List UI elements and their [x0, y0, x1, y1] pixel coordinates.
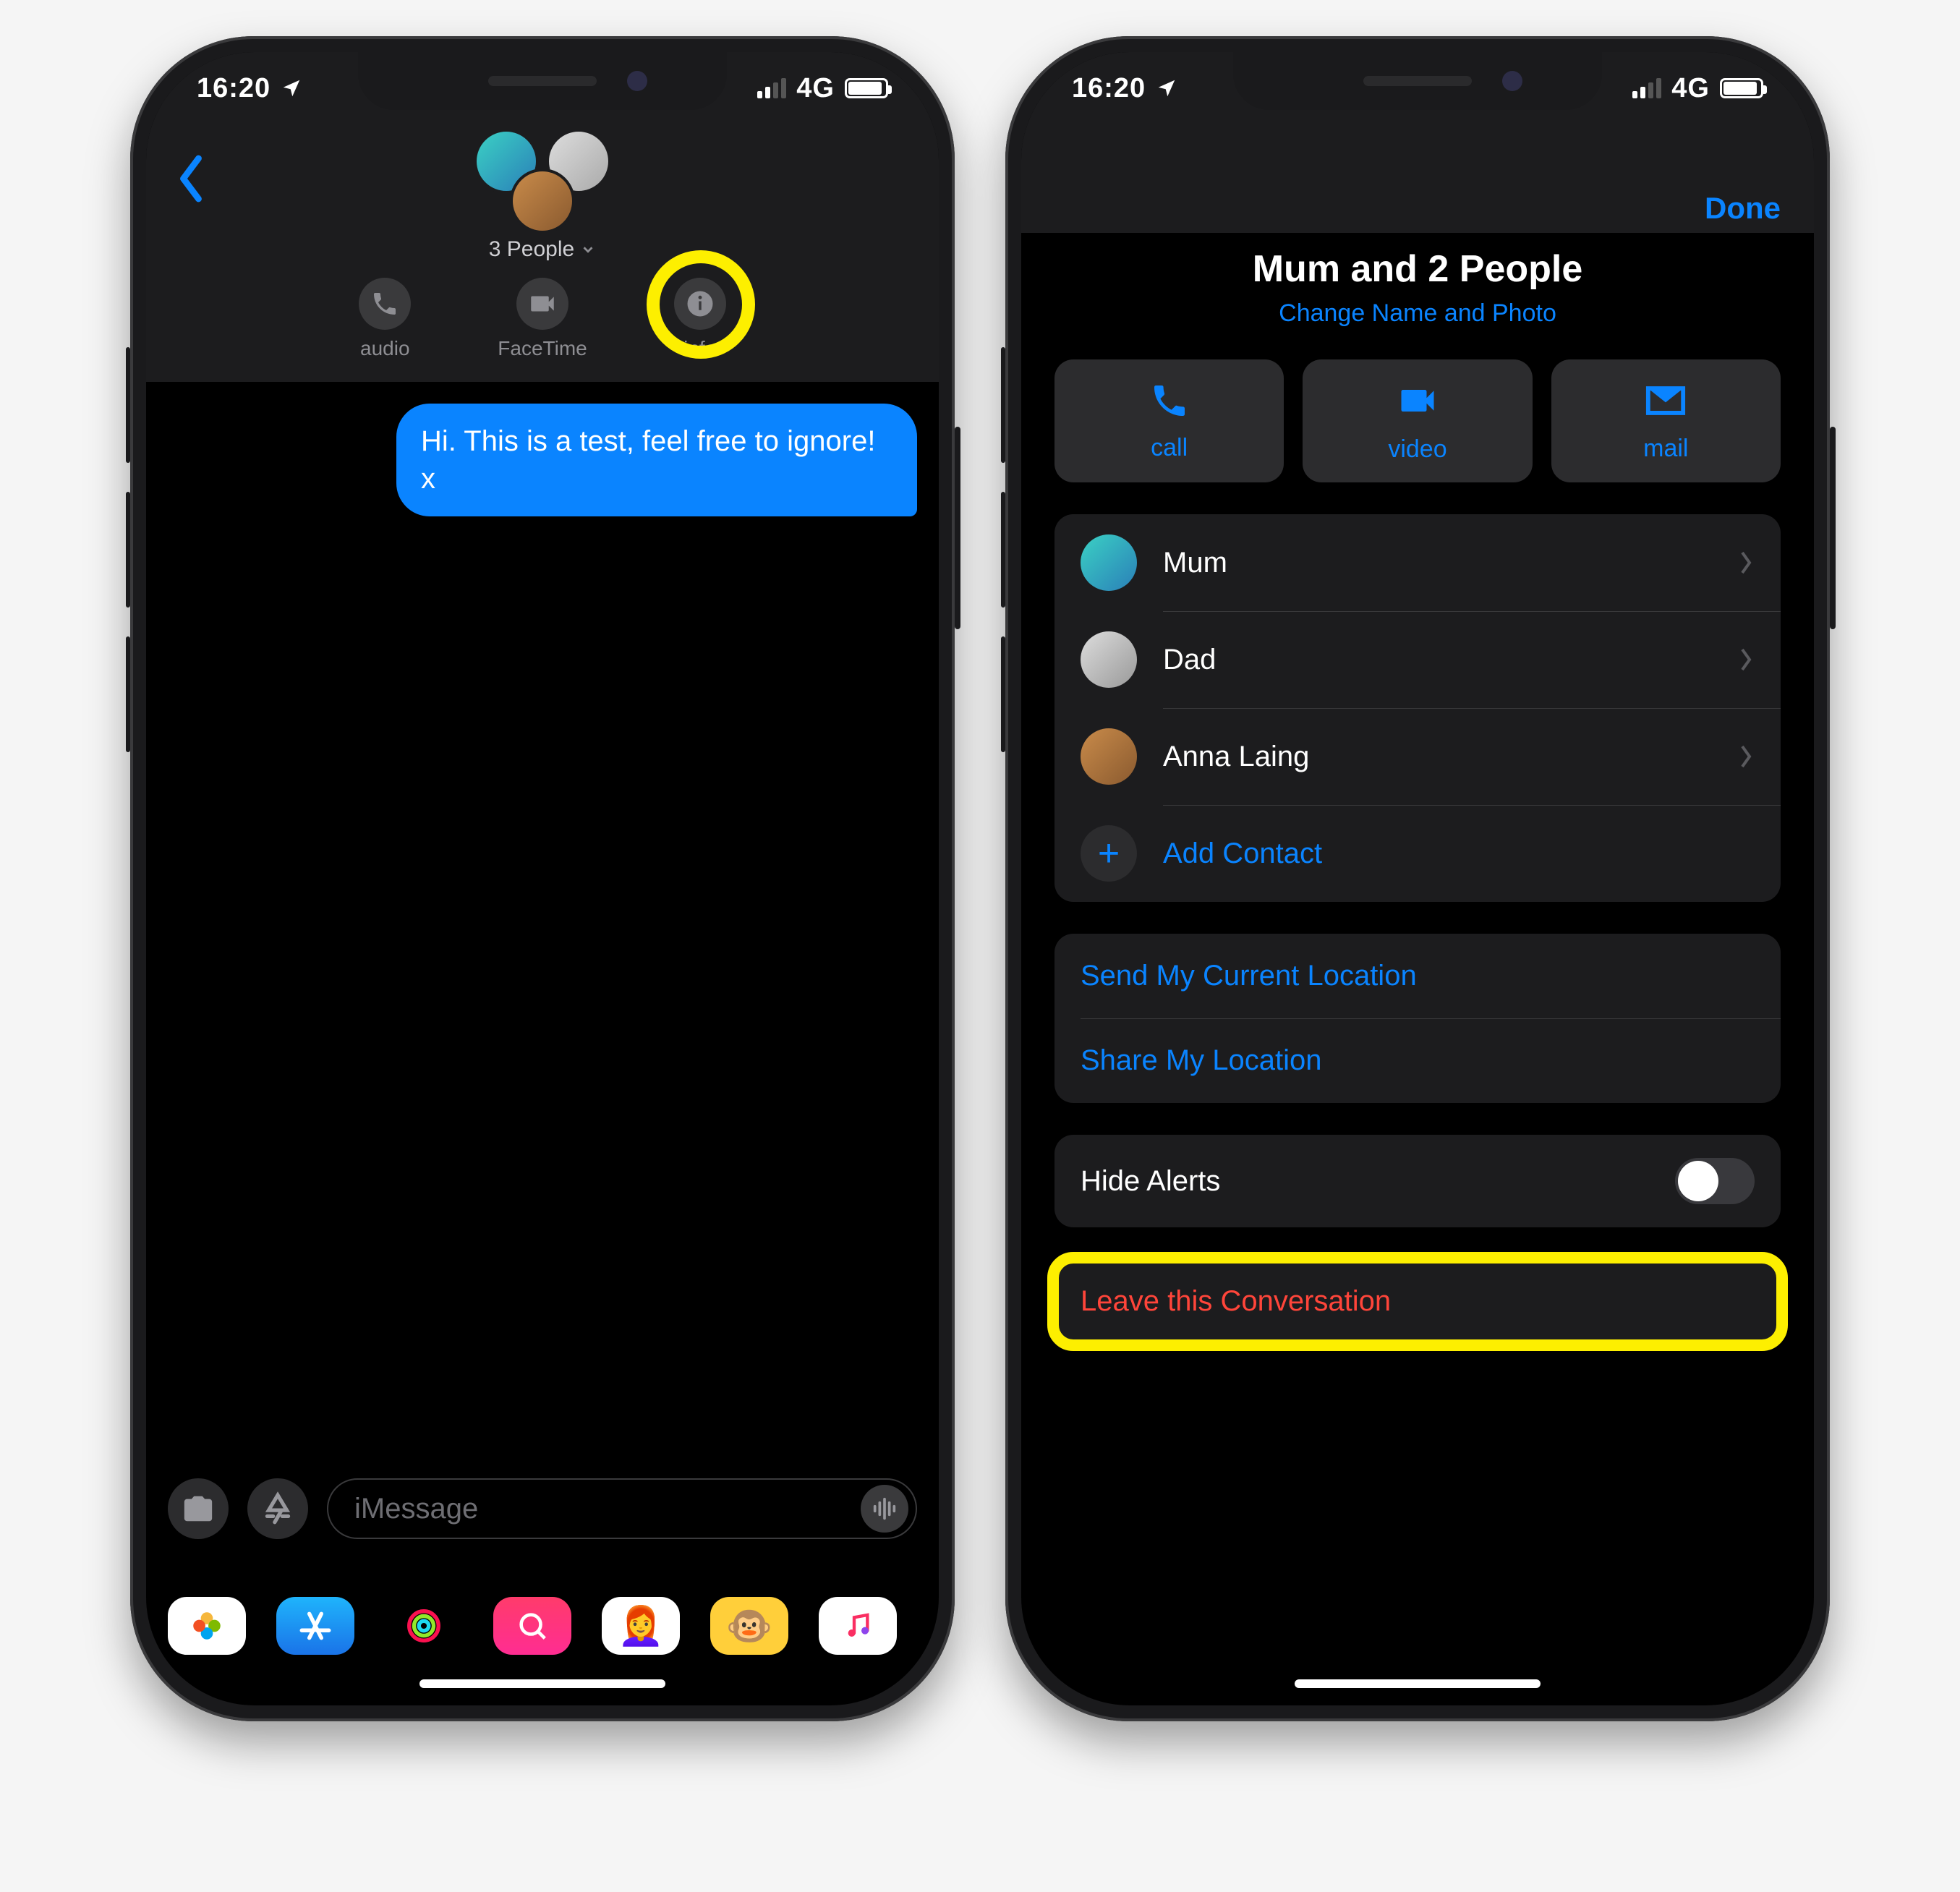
screen-messages: 16:20 4G 3 People [146, 52, 939, 1705]
audio-message-button[interactable] [861, 1485, 908, 1533]
app-store-button[interactable] [247, 1478, 308, 1539]
info-label: info [683, 337, 716, 360]
status-time: 16:20 [1072, 73, 1146, 104]
notch [358, 52, 727, 110]
chevron-right-icon [1736, 548, 1755, 577]
member-row[interactable]: Dad [1054, 611, 1781, 708]
signal-icon [1632, 78, 1661, 98]
mail-icon [1645, 380, 1687, 422]
screen-details: 16:20 4G Done Mum and 2 People Change Na… [1021, 52, 1814, 1705]
sheet-header: Done [1021, 124, 1814, 233]
avatar [510, 169, 575, 234]
app-fitness[interactable] [385, 1597, 463, 1655]
done-button[interactable]: Done [1705, 191, 1781, 226]
change-name-photo-link[interactable]: Change Name and Photo [1021, 299, 1814, 328]
video-button[interactable]: video [1303, 359, 1532, 482]
app-photos[interactable] [168, 1597, 246, 1655]
hide-alerts-toggle[interactable] [1675, 1158, 1755, 1204]
app-animoji[interactable]: 🐵 [710, 1597, 788, 1655]
group-avatars[interactable] [146, 129, 939, 237]
avatar [1081, 728, 1137, 785]
add-contact-label: Add Contact [1163, 838, 1755, 870]
call-label: call [1151, 434, 1188, 462]
group-title: Mum and 2 People [1021, 247, 1814, 291]
app-store-icon [260, 1491, 296, 1527]
member-name: Dad [1163, 644, 1710, 676]
hide-alerts-row: Hide Alerts [1054, 1135, 1781, 1227]
video-icon [1396, 379, 1439, 422]
app-appstore[interactable] [276, 1597, 354, 1655]
leave-conversation-row[interactable]: Leave this Conversation [1054, 1259, 1781, 1344]
member-row[interactable]: Mum [1054, 514, 1781, 611]
chevron-right-icon [1736, 742, 1755, 771]
mail-button[interactable]: mail [1551, 359, 1781, 482]
message-input[interactable]: iMessage [327, 1478, 917, 1539]
hide-alerts-label: Hide Alerts [1081, 1165, 1220, 1198]
home-indicator[interactable] [419, 1679, 665, 1688]
home-indicator[interactable] [1295, 1679, 1541, 1688]
status-time: 16:20 [197, 73, 270, 104]
member-row[interactable]: Anna Laing [1054, 708, 1781, 805]
audio-button[interactable]: audio [359, 278, 411, 360]
phone-right: 16:20 4G Done Mum and 2 People Change Na… [1005, 36, 1830, 1721]
audio-label: audio [360, 337, 410, 360]
app-memoji[interactable]: 👩‍🦰 [602, 1597, 680, 1655]
member-name: Anna Laing [1163, 741, 1710, 773]
facetime-button[interactable]: FaceTime [498, 278, 587, 360]
mail-label: mail [1643, 435, 1688, 463]
notch [1233, 52, 1602, 110]
phone-left: 16:20 4G 3 People [130, 36, 955, 1721]
outgoing-message[interactable]: Hi. This is a test, feel free to ignore!… [396, 404, 917, 516]
app-drawer[interactable]: 👩‍🦰 🐵 [146, 1597, 939, 1655]
avatar [1081, 631, 1137, 688]
header-actions: audio FaceTime info [146, 270, 939, 382]
message-placeholder: iMessage [354, 1493, 478, 1525]
status-network: 4G [1671, 73, 1710, 104]
contact-action-row: call video mail [1054, 359, 1781, 482]
phone-icon [1149, 380, 1190, 421]
chevron-right-icon [1736, 645, 1755, 674]
add-contact-row[interactable]: + Add Contact [1054, 805, 1781, 902]
info-icon [685, 289, 715, 319]
signal-icon [757, 78, 786, 98]
location-actions: Send My Current Location Share My Locati… [1054, 934, 1781, 1103]
share-location-row[interactable]: Share My Location [1054, 1018, 1781, 1103]
video-label: video [1388, 435, 1446, 464]
compose-row: iMessage [146, 1478, 939, 1539]
message-list[interactable]: Hi. This is a test, feel free to ignore!… [146, 382, 939, 516]
send-location-row[interactable]: Send My Current Location [1054, 934, 1781, 1018]
info-button[interactable]: info [674, 278, 726, 360]
plus-icon: + [1081, 825, 1137, 882]
group-name-row[interactable]: 3 People [146, 237, 939, 270]
status-network: 4G [796, 73, 835, 104]
app-find[interactable] [493, 1597, 571, 1655]
video-icon [527, 289, 558, 319]
members-list: Mum Dad Anna Laing + Add Contact [1054, 514, 1781, 902]
facetime-label: FaceTime [498, 337, 587, 360]
waveform-icon [870, 1494, 899, 1523]
app-music[interactable] [819, 1597, 897, 1655]
avatar [1081, 534, 1137, 591]
chevron-down-icon [580, 242, 596, 257]
phone-icon [370, 289, 399, 318]
camera-icon [182, 1492, 215, 1525]
camera-button[interactable] [168, 1478, 229, 1539]
group-name-label: 3 People [489, 237, 574, 262]
location-icon [281, 77, 302, 99]
battery-icon [845, 78, 888, 98]
member-name: Mum [1163, 547, 1710, 579]
battery-icon [1720, 78, 1763, 98]
location-icon [1156, 77, 1177, 99]
call-button[interactable]: call [1054, 359, 1284, 482]
